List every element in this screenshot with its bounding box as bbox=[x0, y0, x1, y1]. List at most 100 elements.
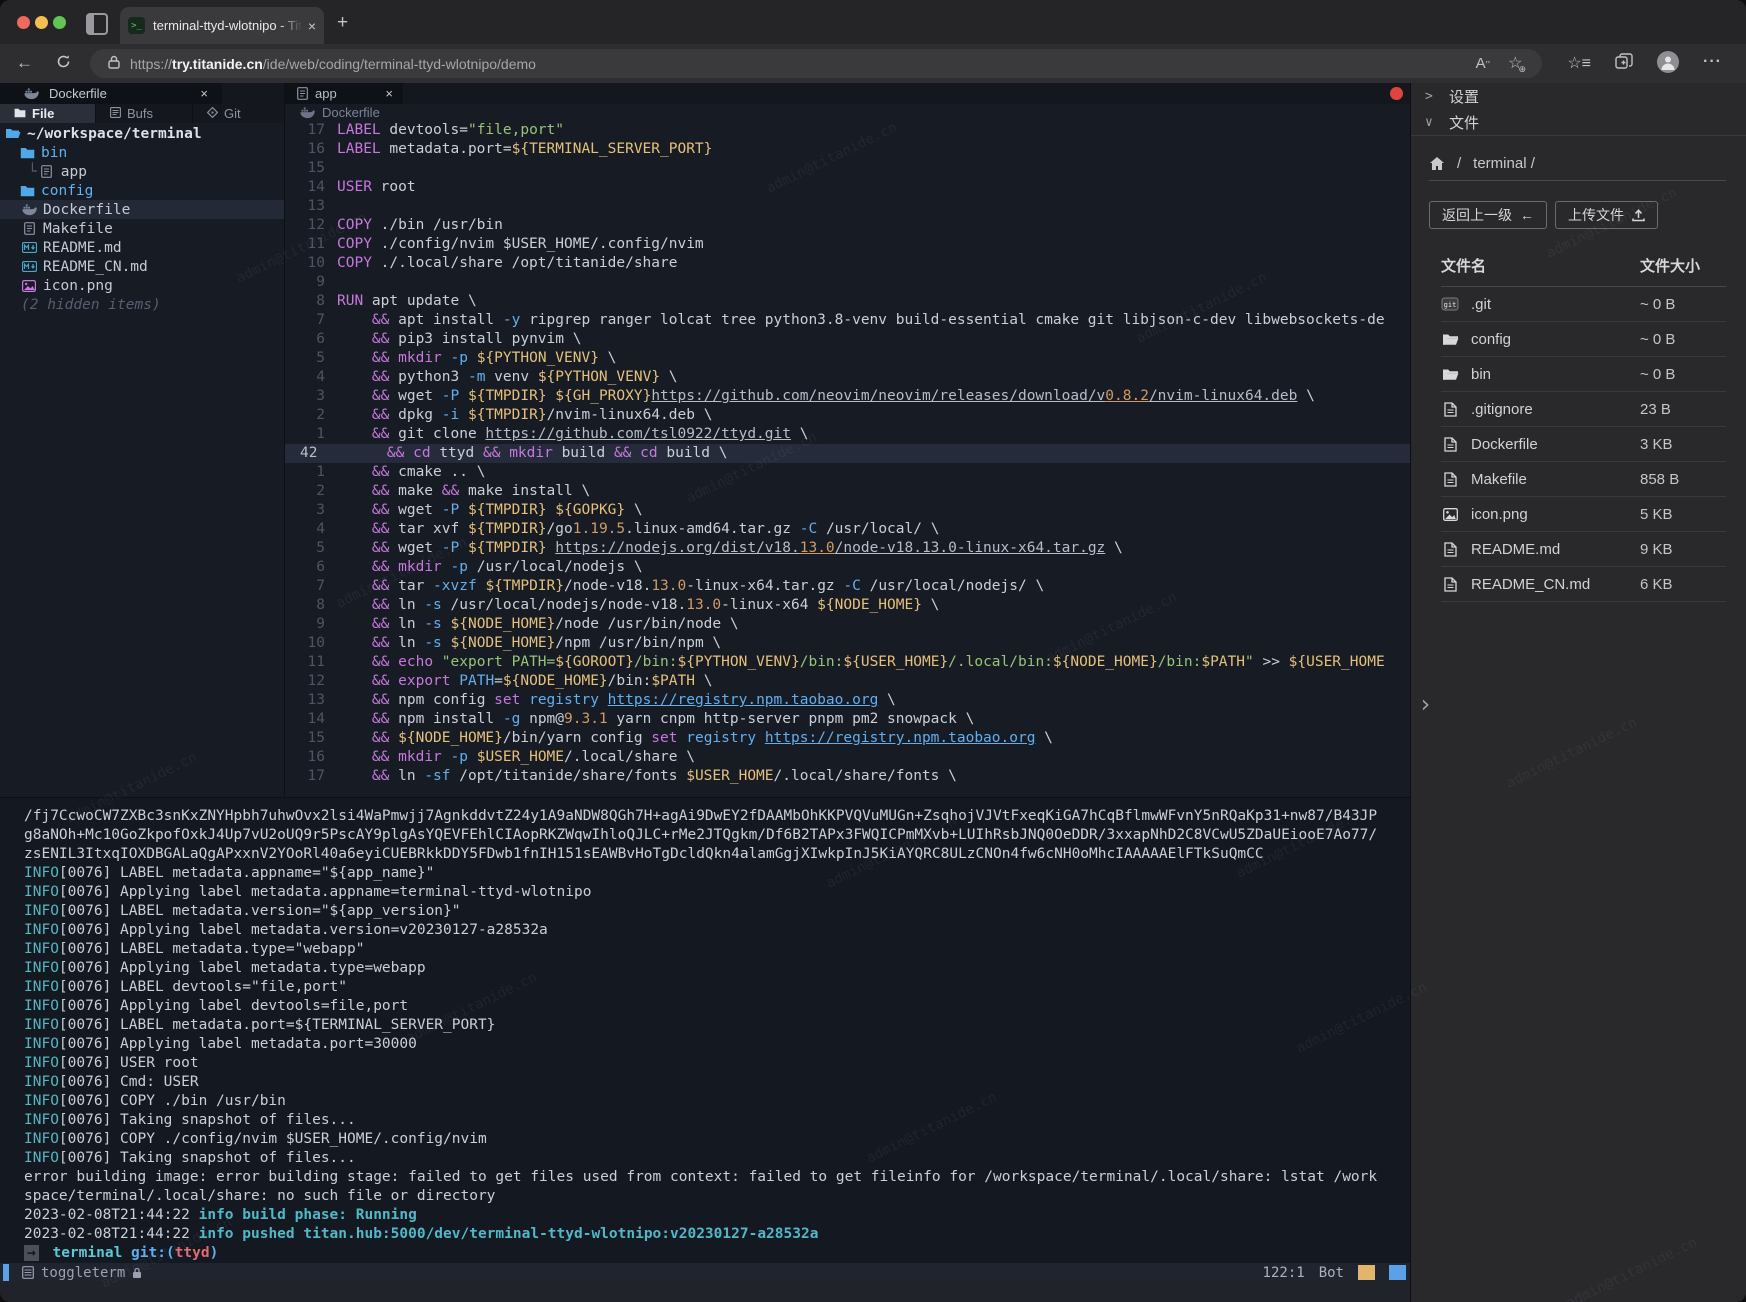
red-dot-indicator[interactable] bbox=[1390, 87, 1403, 100]
code-line[interactable]: 14 && npm install -g npm@9.3.1 yarn cnpm… bbox=[285, 710, 1410, 729]
code-line[interactable]: 1 && cmake .. \ bbox=[285, 463, 1410, 482]
url-field[interactable]: https://try.titanide.cn/ide/web/coding/t… bbox=[90, 49, 1542, 78]
reload-icon[interactable] bbox=[56, 54, 71, 74]
code-line[interactable]: 8 && ln -s /usr/local/nodejs/node-v18.13… bbox=[285, 596, 1410, 615]
code-line[interactable]: 2 && dpkg -i ${TMPDIR}/nvim-linux64.deb … bbox=[285, 406, 1410, 425]
code-line[interactable]: 7 && tar -xvzf ${TMPDIR}/node-v18.13.0-l… bbox=[285, 577, 1410, 596]
code-line[interactable]: 14USER root bbox=[285, 178, 1410, 197]
buffer-tab-close-icon[interactable]: × bbox=[200, 86, 208, 101]
line-number: 1 bbox=[285, 463, 337, 482]
code-line[interactable]: 4 && python3 -m venv ${PYTHON_VENV} \ bbox=[285, 368, 1410, 387]
code-line[interactable]: 13 bbox=[285, 197, 1410, 216]
favorites-icon[interactable]: ☆≡ bbox=[1567, 53, 1591, 74]
file-row-icon.png[interactable]: icon.png5 KB bbox=[1441, 497, 1726, 532]
code-line[interactable]: 10 && ln -s ${NODE_HOME}/npm /usr/bin/np… bbox=[285, 634, 1410, 653]
tree-item-dockerfile[interactable]: Dockerfile bbox=[0, 200, 284, 219]
terminal-panel[interactable]: /fj7CcwoCW7ZXBc3snKxZNYHpbh7uhwOvx2lsi4W… bbox=[0, 797, 1410, 1263]
file-row-readme.md[interactable]: README.md9 KB bbox=[1441, 532, 1726, 567]
code-line[interactable]: 7 && apt install -y ripgrep ranger lolca… bbox=[285, 311, 1410, 330]
file-row-.git[interactable]: git.git~ 0 B bbox=[1441, 287, 1726, 322]
file-row-dockerfile[interactable]: Dockerfile3 KB bbox=[1441, 427, 1726, 462]
tree-item--workspace-terminal[interactable]: ~/workspace/terminal bbox=[0, 124, 284, 143]
browser-tab[interactable]: >_ terminal-ttyd-wlotnipo - TitanI × bbox=[120, 7, 324, 44]
url-path: /ide/web/coding/terminal-ttyd-wlotnipo/d… bbox=[263, 56, 536, 72]
explorer-tab-bufs[interactable]: Bufs bbox=[96, 104, 193, 123]
code-line[interactable]: 10COPY ./.local/share /opt/titanide/shar… bbox=[285, 254, 1410, 273]
explorer-tab-file[interactable]: File bbox=[0, 104, 96, 123]
tree-item-icon.png[interactable]: icon.png bbox=[0, 276, 284, 295]
code-line[interactable]: 3 && wget -P ${TMPDIR} ${GH_PROXY}https:… bbox=[285, 387, 1410, 406]
traffic-light-maximize[interactable] bbox=[53, 16, 66, 29]
line-number: 16 bbox=[285, 748, 337, 767]
tree-item-bin[interactable]: bin bbox=[0, 143, 284, 162]
code-line[interactable]: 6 && pip3 install pynvim \ bbox=[285, 330, 1410, 349]
code-line[interactable]: 8RUN apt update \ bbox=[285, 292, 1410, 311]
go-up-button[interactable]: 返回上一级 ← bbox=[1429, 201, 1547, 229]
line-number: 11 bbox=[285, 653, 337, 672]
code-line[interactable]: 11 && echo "export PATH=${GOROOT}/bin:${… bbox=[285, 653, 1410, 672]
folder-white-icon bbox=[1441, 368, 1459, 381]
back-icon[interactable]: ← bbox=[16, 53, 33, 73]
code-line[interactable]: 1 && git clone https://github.com/tsl092… bbox=[285, 425, 1410, 444]
buffer-tab-dockerfile[interactable]: Dockerfile × bbox=[0, 83, 222, 104]
code-editor[interactable]: app × Dockerfile 17LABEL devtools="file,… bbox=[285, 83, 1410, 797]
add-favorite-icon[interactable]: ☆⊕ bbox=[1508, 53, 1526, 75]
profile-avatar[interactable] bbox=[1657, 51, 1679, 73]
code-line[interactable]: 17 && ln -sf /opt/titanide/share/fonts $… bbox=[285, 767, 1410, 786]
code-line[interactable]: 3 && wget -P ${TMPDIR} ${GOPKG} \ bbox=[285, 501, 1410, 520]
code-line[interactable]: 9 && ln -s ${NODE_HOME}/node /usr/bin/no… bbox=[285, 615, 1410, 634]
code-line[interactable]: 4 && tar xvf ${TMPDIR}/go1.19.5.linux-am… bbox=[285, 520, 1410, 539]
sidebar-toggle-icon[interactable] bbox=[86, 13, 108, 35]
more-menu-icon[interactable]: ··· bbox=[1703, 53, 1722, 74]
tree-item-label: README.md bbox=[43, 240, 122, 256]
code-line[interactable]: 15 bbox=[285, 159, 1410, 178]
editor-tab-app[interactable]: app × bbox=[285, 83, 403, 104]
code-line[interactable]: 16LABEL metadata.port=${TERMINAL_SERVER_… bbox=[285, 140, 1410, 159]
upload-file-button[interactable]: 上传文件 bbox=[1555, 201, 1658, 229]
line-number: 5 bbox=[285, 349, 337, 368]
collections-icon[interactable] bbox=[1615, 53, 1633, 74]
line-content bbox=[337, 197, 1410, 216]
code-line[interactable]: 17LABEL devtools="file,port" bbox=[285, 121, 1410, 140]
file-row-config[interactable]: config~ 0 B bbox=[1441, 322, 1726, 357]
code-line[interactable]: 12COPY ./bin /usr/bin bbox=[285, 216, 1410, 235]
tree-item-readme_cn.md[interactable]: README_CN.md bbox=[0, 257, 284, 276]
line-content: && ln -s /usr/local/nodejs/node-v18.13.0… bbox=[337, 596, 1410, 615]
tree-item-config[interactable]: config bbox=[0, 181, 284, 200]
code-line[interactable]: 15 && ${NODE_HOME}/bin/yarn config set r… bbox=[285, 729, 1410, 748]
code-line-current[interactable]: 42 && cd ttyd && mkdir build && cd build… bbox=[285, 444, 1410, 463]
git-badge-icon: git bbox=[1441, 296, 1459, 312]
text-size-icon[interactable]: A‛‛ bbox=[1476, 55, 1490, 72]
breadcrumb-directory[interactable]: terminal / bbox=[1473, 155, 1535, 172]
code-line[interactable]: 6 && mkdir -p /usr/local/nodejs \ bbox=[285, 558, 1410, 577]
file-row-.gitignore[interactable]: .gitignore23 B bbox=[1441, 392, 1726, 427]
file-row-bin[interactable]: bin~ 0 B bbox=[1441, 357, 1726, 392]
traffic-light-minimize[interactable] bbox=[35, 16, 48, 29]
files-section-header[interactable]: ∨ 文件 bbox=[1411, 109, 1746, 135]
settings-section-header[interactable]: > 设置 bbox=[1411, 83, 1746, 109]
tree-item-label: Makefile bbox=[43, 221, 113, 237]
lock-icon bbox=[108, 55, 120, 72]
code-line[interactable]: 9 bbox=[285, 273, 1410, 292]
file-row-makefile[interactable]: Makefile858 B bbox=[1441, 462, 1726, 497]
traffic-light-close[interactable] bbox=[17, 16, 30, 29]
explorer-tab-git[interactable]: Git bbox=[193, 104, 284, 123]
code-line[interactable]: 16 && mkdir -p $USER_HOME/.local/share \ bbox=[285, 748, 1410, 767]
code-area[interactable]: 17LABEL devtools="file,port"16LABEL meta… bbox=[285, 121, 1410, 786]
home-icon[interactable] bbox=[1429, 156, 1445, 171]
code-line[interactable]: 5 && mkdir -p ${PYTHON_VENV} \ bbox=[285, 349, 1410, 368]
code-line[interactable]: 2 && make && make install \ bbox=[285, 482, 1410, 501]
code-line[interactable]: 5 && wget -P ${TMPDIR} https://nodejs.or… bbox=[285, 539, 1410, 558]
file-row-readme_cn.md[interactable]: README_CN.md6 KB bbox=[1441, 567, 1726, 602]
file-name: .git bbox=[1471, 296, 1491, 313]
code-line[interactable]: 11COPY ./config/nvim $USER_HOME/.config/… bbox=[285, 235, 1410, 254]
code-line[interactable]: 12 && export PATH=${NODE_HOME}/bin:$PATH… bbox=[285, 672, 1410, 691]
tab-close-icon[interactable]: × bbox=[308, 18, 316, 34]
tree-item-makefile[interactable]: Makefile bbox=[0, 219, 284, 238]
tree-item-readme.md[interactable]: README.md bbox=[0, 238, 284, 257]
code-line[interactable]: 13 && npm config set registry https://re… bbox=[285, 691, 1410, 710]
new-tab-button[interactable]: + bbox=[337, 12, 348, 34]
tree-item-app[interactable]: └app bbox=[0, 162, 284, 181]
panel-collapse-chevron-icon[interactable]: › bbox=[1418, 690, 1432, 718]
editor-tab-close-icon[interactable]: × bbox=[385, 86, 393, 101]
